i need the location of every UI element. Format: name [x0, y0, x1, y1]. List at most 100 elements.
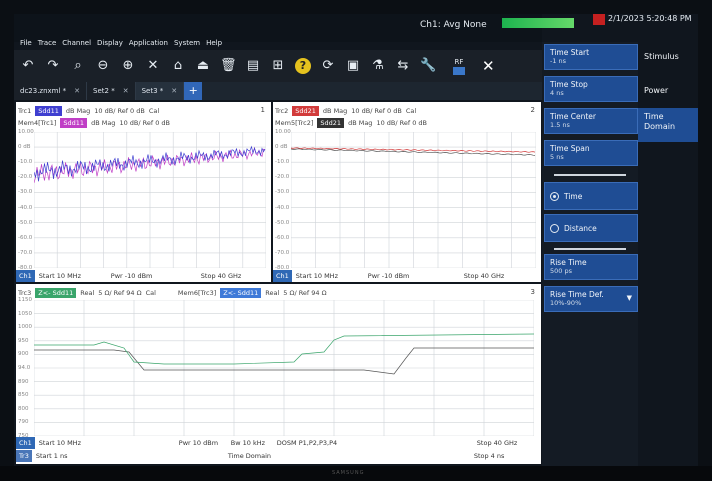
- trace-format: dB Mag: [65, 107, 91, 115]
- menu-application[interactable]: Application: [129, 36, 168, 50]
- tab-close-icon[interactable]: ✕: [123, 82, 129, 100]
- rise-time-def-softkey[interactable]: Rise Time Def. 10%-90% ▼: [544, 286, 638, 312]
- marker-icon[interactable]: ⏏: [195, 58, 211, 74]
- time-center-softkey[interactable]: Time Center 1.5 ns: [544, 108, 638, 134]
- print-icon[interactable]: ▤: [245, 58, 261, 74]
- tab-set3[interactable]: Set3 * ✕: [135, 82, 185, 100]
- trace-label-trc1[interactable]: Trc1 Sdd11 dB Mag 10 dB/ Ref 0 dB Cal: [18, 106, 159, 116]
- trace-format: dB Mag: [348, 119, 373, 127]
- time-start-softkey[interactable]: Time Start -1 ns: [544, 44, 638, 70]
- help-icon[interactable]: ?: [295, 58, 311, 74]
- time-span-softkey[interactable]: Time Span 5 ns: [544, 140, 638, 166]
- menu-help[interactable]: Help: [206, 36, 222, 50]
- trace-scale: 10 dB/ Ref 0 dB: [94, 107, 145, 115]
- menukey-time-domain[interactable]: Time Domain: [638, 108, 698, 142]
- trace-badge[interactable]: Tr3: [16, 450, 32, 462]
- menukey-power[interactable]: Power: [638, 82, 698, 100]
- y-tick-label: -20.0: [18, 174, 33, 181]
- trace-scale: 10 dB/ Ref 0 dB: [119, 119, 170, 127]
- trace-label-trc2[interactable]: Trc2 Sdd21 dB Mag 10 dB/ Ref 0 dB Cal: [275, 106, 416, 116]
- y-tick-label: 850: [18, 392, 29, 399]
- diagram-area-3[interactable]: [34, 300, 534, 436]
- refresh-icon[interactable]: ⟳: [320, 58, 336, 74]
- windows-icon[interactable]: ⊞: [270, 58, 286, 74]
- menu-display[interactable]: Display: [97, 36, 123, 50]
- tab-dc23[interactable]: dc23.znxml * ✕: [14, 82, 88, 100]
- y-tick-label: -20.0: [275, 174, 290, 181]
- zoom-in-icon[interactable]: ⊕: [120, 58, 136, 74]
- y-tick-label: -80.0: [18, 265, 33, 271]
- y-tick-label: 94.0: [18, 365, 31, 371]
- start-freq: Start 10 MHz: [38, 439, 81, 447]
- menu-file[interactable]: File: [20, 36, 32, 50]
- channel-window-2[interactable]: 2 Trc2 Sdd21 dB Mag 10 dB/ Ref 0 dB Cal …: [273, 102, 541, 282]
- y-tick-label: 10.00: [18, 129, 34, 135]
- softkey-label: Rise Time: [550, 258, 587, 267]
- softkey-label: Rise Time Def.: [550, 290, 604, 299]
- channel-badge[interactable]: Ch1: [16, 270, 35, 282]
- time-stop-softkey[interactable]: Time Stop 4 ns: [544, 76, 638, 102]
- y-tick-label: 10.00: [275, 129, 291, 135]
- menukey-stimulus[interactable]: Stimulus: [638, 48, 698, 66]
- tab-close-icon[interactable]: ✕: [171, 82, 177, 100]
- zoom-out-icon[interactable]: ⊖: [95, 58, 111, 74]
- add-tab-button[interactable]: +: [184, 82, 203, 100]
- start-freq: Start 10 MHz: [38, 272, 81, 280]
- y-tick-label: -50.0: [275, 219, 290, 226]
- trace-cal: Cal: [405, 107, 417, 115]
- y-tick-label: -70.0: [18, 249, 33, 256]
- channel-window-3[interactable]: 3 Trc3 Z<- Sdd11 Real 5 Ω/ Ref 94 Ω Cal …: [16, 284, 541, 464]
- y-tick-label: 1150: [18, 297, 32, 303]
- wrench-icon[interactable]: 🔧: [420, 58, 436, 74]
- rise-time-softkey[interactable]: Rise Time 500 ps: [544, 254, 638, 280]
- zoom-icon[interactable]: ⌕: [70, 58, 86, 74]
- cal-icon[interactable]: ⚗: [370, 58, 386, 74]
- display-icon[interactable]: ▣: [345, 58, 361, 74]
- power-level: Pwr 10 dBm: [178, 439, 219, 447]
- trace-label-mem4[interactable]: Mem4[Trc1] Sdd11 dB Mag 10 dB/ Ref 0 dB: [18, 118, 170, 128]
- menu-system[interactable]: System: [174, 36, 200, 50]
- trace-label-mem5[interactable]: Mem5[Trc2] Sdd21 dB Mag 10 dB/ Ref 0 dB: [275, 118, 427, 128]
- trace-param: Sdd11: [35, 106, 62, 116]
- rf-toggle[interactable]: RF: [453, 58, 465, 75]
- tab-set2[interactable]: Set2 * ✕: [87, 82, 136, 100]
- channel-footer-2: Ch1 Start 10 MHz Pwr -10 dBm Stop 40 GHz: [273, 270, 541, 282]
- y-tick-label: -30.0: [18, 189, 33, 196]
- softkey-label: Time Span: [550, 144, 590, 153]
- menu-channel[interactable]: Channel: [62, 36, 91, 50]
- main-menu-keys: Stimulus Power Time Domain: [638, 34, 698, 466]
- trace-name-mem6: Mem6[Trc3]: [177, 289, 217, 297]
- trace-name: Mem4[Trc1]: [18, 119, 57, 127]
- start-freq: Start 10 MHz: [295, 272, 338, 280]
- tab-label: dc23.znxml *: [20, 87, 67, 95]
- tab-close-icon[interactable]: ✕: [74, 82, 80, 100]
- channel-window-1[interactable]: 1 Trc1 Sdd11 dB Mag 10 dB/ Ref 0 dB Cal …: [16, 102, 271, 282]
- trace-cal: Cal: [145, 289, 156, 297]
- softkey-label: Time Stop: [550, 80, 588, 89]
- undo-icon[interactable]: ↶: [20, 58, 36, 74]
- softkey-label: Time: [564, 191, 583, 201]
- settings-icon[interactable]: ⇆: [395, 58, 411, 74]
- close-icon[interactable]: ✕: [482, 57, 495, 75]
- y-tick-label: -10.0: [275, 159, 290, 166]
- separator: [554, 248, 626, 250]
- time-domain-label: Time Domain: [227, 452, 272, 460]
- y-tick-label: 0 dB: [18, 144, 31, 151]
- diagram-area-1[interactable]: [34, 132, 266, 268]
- analyzer-screen: Ch1: Avg None File Trace Channel Display…: [14, 14, 698, 466]
- trace-icon[interactable]: ⌂: [170, 58, 186, 74]
- delete-icon[interactable]: 🗑: [220, 58, 237, 74]
- radio-unselected-icon: [550, 223, 559, 233]
- fit-icon[interactable]: ✕: [145, 58, 161, 74]
- trace-name: Trc1: [18, 107, 32, 115]
- redo-icon[interactable]: ↷: [45, 58, 61, 74]
- trace-label-trc3[interactable]: Trc3 Z<- Sdd11 Real 5 Ω/ Ref 94 Ω Cal Me…: [18, 288, 327, 298]
- time-radio-softkey[interactable]: Time: [544, 182, 638, 210]
- y-tick-label: 900: [18, 351, 29, 358]
- menu-trace[interactable]: Trace: [38, 36, 57, 50]
- trace-format: dB Mag: [91, 119, 116, 127]
- stop-freq: Stop 40 GHz: [476, 439, 518, 447]
- distance-radio-softkey[interactable]: Distance: [544, 214, 638, 242]
- channel-badge[interactable]: Ch1: [273, 270, 292, 282]
- diagram-area-2[interactable]: [291, 132, 536, 268]
